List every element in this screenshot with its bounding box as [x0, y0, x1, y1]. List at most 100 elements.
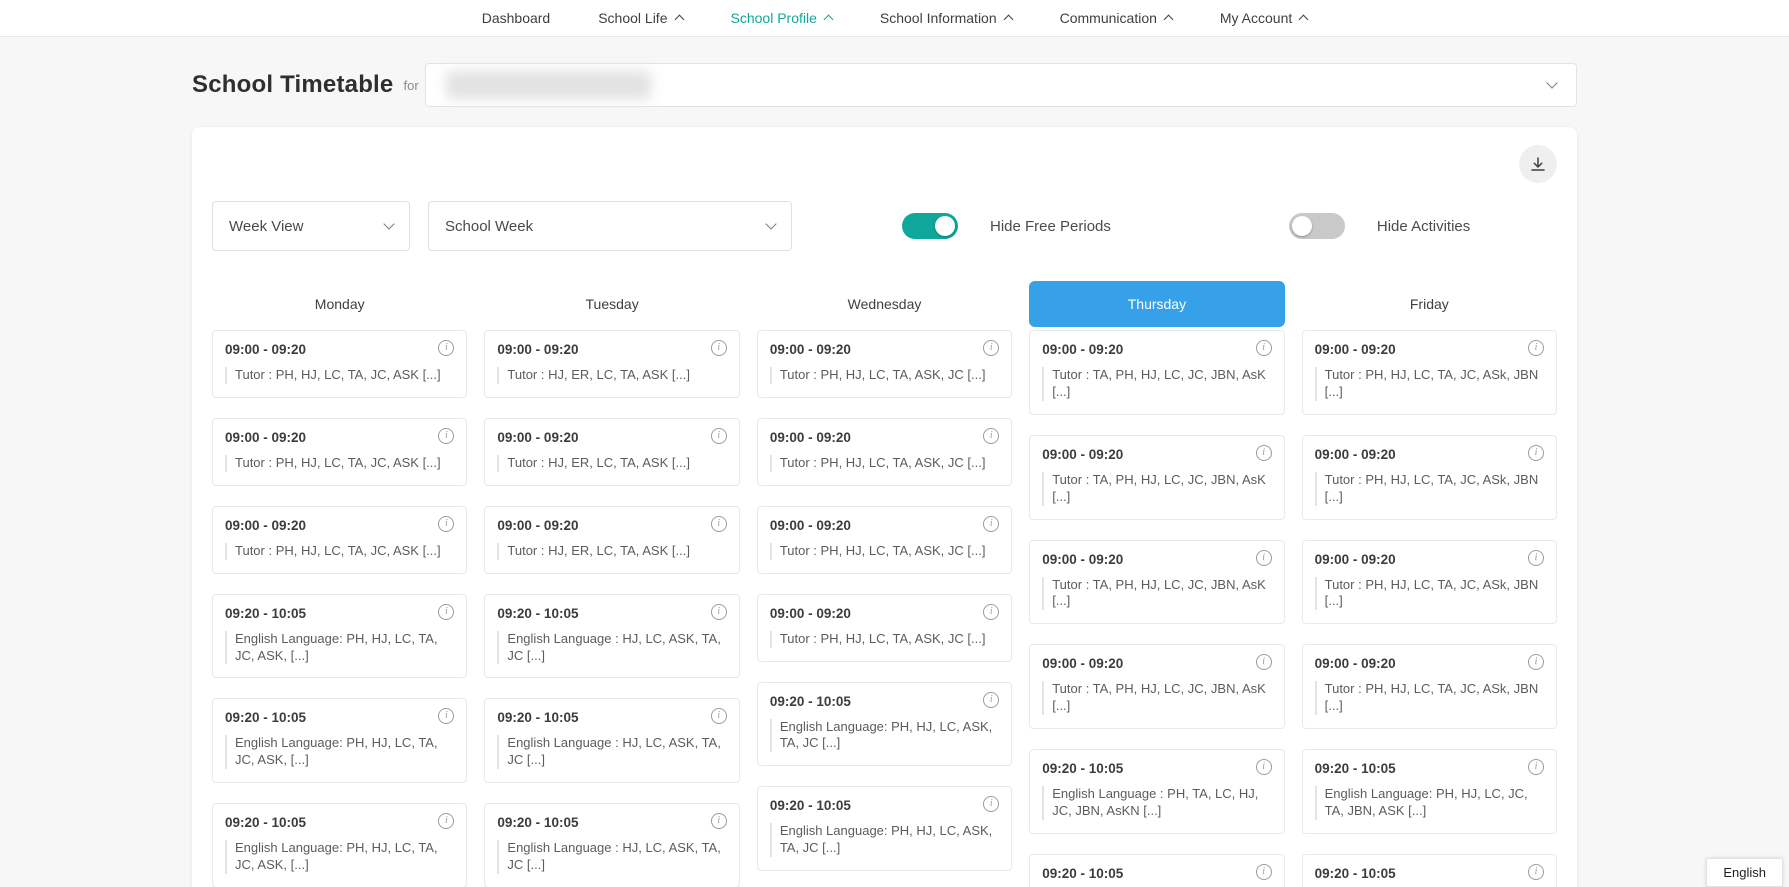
info-icon[interactable]: i [1256, 550, 1272, 566]
info-icon[interactable]: i [1256, 445, 1272, 461]
timetable-cell[interactable]: 09:00 - 09:20iTutor : PH, HJ, LC, TA, JC… [1302, 330, 1557, 415]
nav-item-communication[interactable]: Communication [1060, 10, 1172, 26]
cell-top-row: 09:20 - 10:05i [497, 815, 726, 830]
timetable-cell[interactable]: 09:00 - 09:20iTutor : TA, PH, HJ, LC, JC… [1029, 435, 1284, 520]
cell-top-row: 09:00 - 09:20i [770, 518, 999, 533]
timetable-cell[interactable]: 09:00 - 09:20iTutor : PH, HJ, LC, TA, JC… [212, 506, 467, 574]
info-icon[interactable]: i [711, 708, 727, 724]
cell-top-row: 09:00 - 09:20 i [1042, 552, 1271, 567]
timetable-cell[interactable]: 09:20 - 10:05iEnglish Language : HJ, LC,… [484, 803, 739, 887]
info-icon[interactable]: i [983, 796, 999, 812]
nav-item-label: Dashboard [482, 10, 551, 26]
timetable-cell[interactable]: 09:20 - 10:05iEnglish Language: PH, HJ, … [212, 698, 467, 783]
nav-item-my-account[interactable]: My Account [1220, 10, 1307, 26]
hide-activities-label: Hide Activities [1377, 218, 1470, 235]
info-icon[interactable]: i [711, 428, 727, 444]
cell-description: Tutor : PH, HJ, LC, TA, JC, ASK [...] [225, 455, 454, 472]
info-icon[interactable]: i [983, 516, 999, 532]
cell-top-row: 09:00 - 09:20i [1042, 447, 1271, 462]
timetable-cell[interactable]: 09:00 - 09:20iTutor : TA, PH, HJ, LC, JC… [1029, 330, 1284, 415]
nav-item-school-information[interactable]: School Information [880, 10, 1012, 26]
info-icon[interactable]: i [711, 516, 727, 532]
info-icon[interactable]: i [1528, 864, 1544, 880]
info-icon[interactable]: i [1256, 654, 1272, 670]
cell-time: 09:00 - 09:20 [497, 430, 578, 445]
cell-top-row: 09:20 - 10:05i [1042, 866, 1271, 881]
download-button[interactable] [1519, 145, 1557, 183]
info-icon[interactable]: i [1528, 654, 1544, 670]
timetable-cell[interactable]: 09:00 - 09:20iTutor : PH, HJ, LC, TA, JC… [212, 330, 467, 398]
info-icon[interactable]: i [438, 340, 454, 356]
cell-description: English Language : PH, TA, LC, HJ, JC, J… [1042, 786, 1271, 820]
chevron-down-icon [383, 218, 394, 229]
info-icon[interactable]: i [983, 692, 999, 708]
timetable-cell[interactable]: 09:20 - 10:05iEnglish Language : PH, TA,… [1029, 749, 1284, 834]
timetable-cell[interactable]: 09:20 - 10:05iEnglish Language : PH, TA,… [1029, 854, 1284, 887]
info-icon[interactable]: i [1528, 550, 1544, 566]
cell-time: 09:00 - 09:20 [225, 430, 306, 445]
timetable-cell[interactable]: 09:00 - 09:20iTutor : PH, HJ, LC, TA, JC… [1302, 435, 1557, 520]
info-icon[interactable]: i [1256, 759, 1272, 775]
timetable-cell[interactable]: 09:00 - 09:20iTutor : PH, HJ, LC, TA, AS… [757, 594, 1012, 662]
info-icon[interactable]: i [438, 708, 454, 724]
cell-description: English Language: PH, HJ, LC, ASK, TA, J… [770, 823, 999, 857]
info-icon[interactable]: i [438, 428, 454, 444]
timetable-cell[interactable]: 09:20 - 10:05iEnglish Language : HJ, LC,… [484, 698, 739, 783]
timetable-target-select[interactable] [425, 63, 1577, 107]
info-icon[interactable]: i [1256, 340, 1272, 356]
timetable-cell[interactable]: 09:00 - 09:20iTutor : PH, HJ, LC, TA, AS… [757, 418, 1012, 486]
hide-activities-toggle[interactable] [1289, 213, 1345, 239]
cell-description: Tutor : PH, HJ, LC, TA, ASK, JC [...] [770, 455, 999, 472]
info-icon[interactable]: i [983, 604, 999, 620]
timetable-cell[interactable]: 09:20 - 10:05iEnglish Language: PH, HJ, … [1302, 749, 1557, 834]
timetable-cell[interactable]: 09:00 - 09:20iTutor : TA, PH, HJ, LC, JC… [1029, 644, 1284, 729]
week-type-select[interactable]: School Week [428, 201, 792, 251]
timetable-cell[interactable]: 09:20 - 10:05iEnglish Language : HJ, LC,… [484, 594, 739, 679]
controls-row: Week View School Week Hide Free Periods … [212, 201, 1557, 251]
timetable-cell[interactable]: 09:20 - 10:05iEnglish Language: PH, HJ, … [212, 594, 467, 679]
timetable-cell[interactable]: 09:00 - 09:20iTutor : PH, HJ, LC, TA, JC… [1302, 540, 1557, 625]
info-icon[interactable]: i [983, 428, 999, 444]
timetable-cell[interactable]: 09:00 - 09:20iTutor : PH, HJ, LC, TA, AS… [757, 506, 1012, 574]
info-icon[interactable]: i [438, 813, 454, 829]
info-icon[interactable]: i [711, 340, 727, 356]
info-icon[interactable]: i [711, 604, 727, 620]
hide-free-periods-toggle[interactable] [902, 213, 958, 239]
day-column-monday: Monday09:00 - 09:20iTutor : PH, HJ, LC, … [212, 281, 467, 887]
timetable-cell[interactable]: 09:00 - 09:20iTutor : HJ, ER, LC, TA, AS… [484, 506, 739, 574]
info-icon[interactable]: i [983, 340, 999, 356]
cell-top-row: 09:00 - 09:20i [1315, 656, 1544, 671]
timetable-cell[interactable]: 09:00 - 09:20iTutor : PH, HJ, LC, TA, JC… [1302, 644, 1557, 729]
cell-time: 09:00 - 09:20 [1042, 656, 1123, 671]
view-mode-select[interactable]: Week View [212, 201, 410, 251]
info-icon[interactable]: i [1528, 759, 1544, 775]
cell-description: English Language: PH, HJ, LC, TA, JC, AS… [225, 840, 454, 874]
cell-time: 09:00 - 09:20 [1042, 552, 1123, 567]
timetable-cell[interactable]: 09:00 - 09:20iTutor : HJ, ER, LC, TA, AS… [484, 330, 739, 398]
timetable-cell[interactable]: 09:20 - 10:05iEnglish Language: PH, HJ, … [1302, 854, 1557, 887]
nav-item-dashboard[interactable]: Dashboard [482, 10, 551, 26]
timetable-cell[interactable]: 09:00 - 09:20 i Tutor : PH, HJ, LC, TA, JC… [212, 418, 467, 486]
info-icon[interactable]: i [438, 604, 454, 620]
cell-description: English Language: PH, HJ, LC, TA, JC, AS… [225, 735, 454, 769]
nav-item-school-profile[interactable]: School Profile [731, 10, 832, 26]
timetable-cell[interactable]: 09:00 - 09:20iTutor : PH, HJ, LC, TA, AS… [757, 330, 1012, 398]
info-icon[interactable]: i [438, 516, 454, 532]
info-icon[interactable]: i [711, 813, 727, 829]
timetable-grid: Monday09:00 - 09:20iTutor : PH, HJ, LC, … [212, 281, 1557, 887]
nav-item-school-life[interactable]: School Life [598, 10, 682, 26]
timetable-cell[interactable]: 09:20 - 10:05iEnglish Language: PH, HJ, … [757, 682, 1012, 767]
day-column-thursday: Thursday09:00 - 09:20iTutor : TA, PH, HJ… [1029, 281, 1284, 887]
language-selector[interactable]: English [1706, 858, 1783, 887]
cell-time: 09:00 - 09:20 [1315, 342, 1396, 357]
timetable-cell[interactable]: 09:00 - 09:20iTutor : HJ, ER, LC, TA, AS… [484, 418, 739, 486]
timetable-cell[interactable]: 09:20 - 10:05iEnglish Language: PH, HJ, … [212, 803, 467, 887]
info-icon[interactable]: i [1528, 340, 1544, 356]
info-icon[interactable]: i [1528, 445, 1544, 461]
cell-top-row: 09:20 - 10:05i [770, 798, 999, 813]
cell-top-row: 09:00 - 09:20i [225, 518, 454, 533]
timetable-cell[interactable]: 09:20 - 10:05i English Language: PH, HJ, … [757, 786, 1012, 871]
info-icon[interactable]: i [1256, 864, 1272, 880]
timetable-cell[interactable]: 09:00 - 09:20iTutor : TA, PH, HJ, LC, JC… [1029, 540, 1284, 625]
cell-time: 09:20 - 10:05 [497, 710, 578, 725]
